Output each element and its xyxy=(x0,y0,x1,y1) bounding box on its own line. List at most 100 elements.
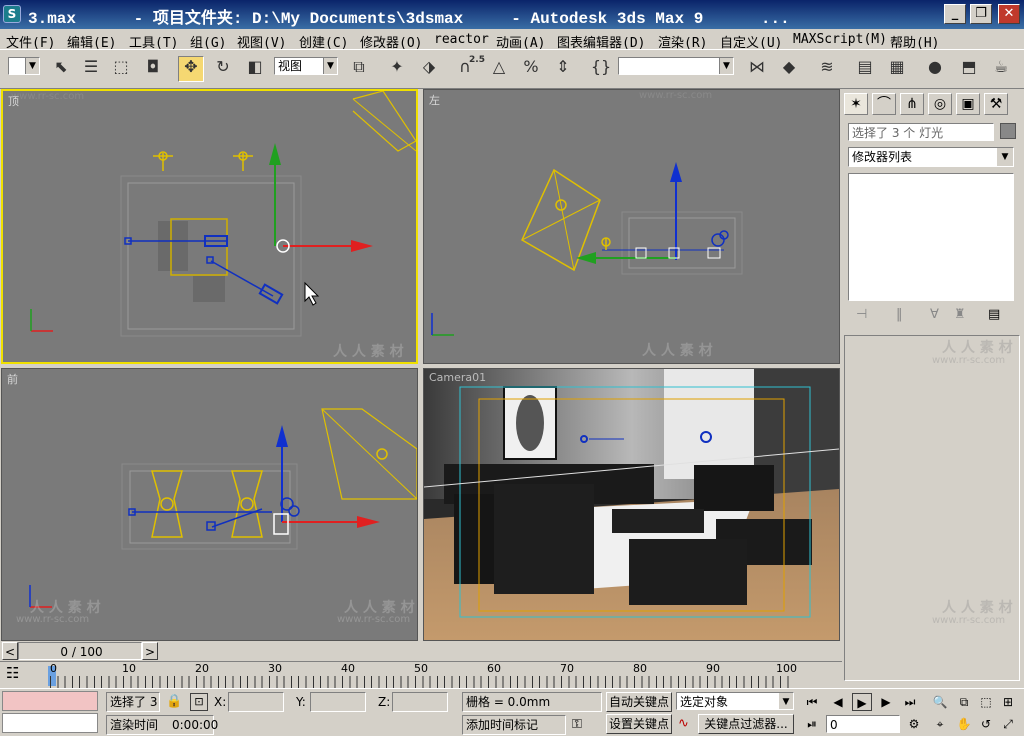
angle-snap-icon[interactable]: △ xyxy=(486,56,512,82)
app-icon[interactable]: S xyxy=(3,5,21,23)
time-next-button[interactable]: > xyxy=(142,642,158,660)
top-view-scene xyxy=(30,91,416,337)
watermark-text: 人 人 素 材 xyxy=(333,344,404,360)
tick-label: 100 xyxy=(776,662,797,675)
go-to-end-icon[interactable]: ⏭ xyxy=(900,693,920,711)
maximize-button[interactable]: ❐ xyxy=(970,4,992,24)
window-crossing-icon[interactable]: ◘ xyxy=(140,56,166,82)
material-editor-icon[interactable]: ● xyxy=(922,56,948,82)
viewport-front[interactable]: 前 人 人 素 材 www.rr-sc.com 人 人 素 材 www.rr-s… xyxy=(1,368,418,641)
z-coord-field[interactable] xyxy=(392,692,448,712)
rectangle-selection-icon[interactable]: ⬚ xyxy=(108,56,134,82)
select-manipulate-icon[interactable]: ✦ xyxy=(384,56,410,82)
viewport-camera[interactable]: Camera01 xyxy=(423,368,840,641)
select-by-name-icon[interactable]: ☰ xyxy=(78,56,104,82)
lock-selection-icon[interactable]: 🔒 xyxy=(166,694,182,709)
pan-icon[interactable]: ✋ xyxy=(954,715,974,733)
selection-name-field[interactable]: 选择了 3 个 灯光 xyxy=(848,123,994,141)
x-coord-field[interactable] xyxy=(228,692,284,712)
status-bar: 选择了 3 🔒 ⊡ X: Y: Z: 栅格 = 0.0mm 渲染时间 0:00:… xyxy=(0,688,1024,736)
zoom-icon[interactable]: 🔍 xyxy=(930,693,950,711)
zoom-all-icon[interactable]: ⧉ xyxy=(954,693,974,711)
key-mode-toggle-icon[interactable]: ⏯ xyxy=(802,715,822,733)
command-rollout-area xyxy=(844,335,1020,681)
watermark-text: 人 人 素 材 xyxy=(642,343,713,359)
selection-count-label: 选择了 3 xyxy=(106,692,160,712)
set-key-button[interactable]: 设置关键点 xyxy=(606,714,672,734)
play-icon[interactable]: ▶ xyxy=(852,693,872,711)
tick-label: 70 xyxy=(560,662,574,675)
track-bar-menu-icon[interactable]: ☷ xyxy=(6,664,34,684)
schematic-view-icon[interactable]: ▦ xyxy=(884,56,910,82)
key-filter-curve-icon[interactable]: ∿ xyxy=(678,716,689,731)
time-slider-bar: < 0 / 100 > xyxy=(0,641,842,661)
modifier-list-dropdown[interactable]: 修改器列表 ▼ xyxy=(848,147,1014,167)
menu-reactor[interactable]: reactor xyxy=(434,32,489,47)
time-slider-thumb[interactable]: 0 / 100 xyxy=(18,642,142,660)
configure-modifier-sets-icon[interactable]: ▤ xyxy=(988,307,1000,322)
named-selection-dropdown[interactable]: ▼ xyxy=(618,57,734,75)
maximize-viewport-icon[interactable]: ⤢ xyxy=(998,715,1018,733)
auto-key-button[interactable]: 自动关键点 xyxy=(606,692,672,712)
pivot-center-icon[interactable]: ⧉ xyxy=(346,56,372,82)
time-configuration-icon[interactable]: ⚙ xyxy=(904,715,924,733)
viewport-top[interactable]: 顶 人 人 素 材 www.rr-sc.com xyxy=(1,89,418,364)
utilities-tab-icon[interactable]: ⚒ xyxy=(984,93,1008,115)
edit-named-selection-icon[interactable]: {} xyxy=(588,56,614,82)
viewport-left[interactable]: 左 人 人 素 材 www.rr-sc.com xyxy=(423,89,840,364)
key-filters-button[interactable]: 关键点过滤器... xyxy=(698,714,794,734)
display-tab-icon[interactable]: ▣ xyxy=(956,93,980,115)
tick-label: 50 xyxy=(414,662,428,675)
y-coord-field[interactable] xyxy=(310,692,366,712)
key-icon[interactable]: ⚿ xyxy=(572,717,582,732)
chevron-down-icon: ▼ xyxy=(719,58,733,74)
field-of-view-icon[interactable]: ⌖ xyxy=(930,715,950,733)
select-object-icon[interactable]: ⬉ xyxy=(48,56,74,82)
go-to-start-icon[interactable]: ⏮ xyxy=(802,693,822,711)
close-button[interactable]: ✕ xyxy=(998,4,1020,24)
layer-manager-icon[interactable]: ≋ xyxy=(814,56,840,82)
select-and-scale-icon[interactable]: ◧ xyxy=(242,56,268,82)
snap-value-label: 2.5 xyxy=(469,55,485,65)
align-icon[interactable]: ◆ xyxy=(776,56,802,82)
zoom-extents-icon[interactable]: ⬚ xyxy=(976,693,996,711)
next-frame-icon[interactable]: ▶ xyxy=(876,693,896,711)
create-tab-icon[interactable]: ✶ xyxy=(844,93,868,115)
maxscript-listener-mini[interactable] xyxy=(2,691,98,711)
key-mode-dropdown[interactable]: 选定对象 ▼ xyxy=(676,692,794,710)
make-unique-icon[interactable]: ∀ xyxy=(930,307,939,322)
select-and-move-icon[interactable]: ✥ xyxy=(178,56,204,82)
reference-coordinate-dropdown[interactable]: 视图 ▼ xyxy=(274,57,338,75)
selection-filter-dropdown[interactable]: ▼ xyxy=(8,57,40,75)
object-color-swatch[interactable] xyxy=(1000,123,1016,139)
show-end-result-icon[interactable]: ‖ xyxy=(896,307,903,322)
select-and-rotate-icon[interactable]: ↻ xyxy=(210,56,236,82)
render-setup-icon[interactable]: ⬒ xyxy=(956,56,982,82)
time-prev-button[interactable]: < xyxy=(2,642,18,660)
quick-render-icon[interactable]: ☕ xyxy=(988,56,1014,82)
menu-maxscript[interactable]: MAXScript(M) xyxy=(793,32,887,47)
curve-editor-icon[interactable]: ▤ xyxy=(852,56,878,82)
add-time-tag-button[interactable]: 添加时间标记 xyxy=(462,715,566,735)
modify-tab-icon[interactable]: ⌒ xyxy=(872,93,896,115)
maxscript-input-mini[interactable] xyxy=(2,713,98,733)
grid-size-label: 栅格 = 0.0mm xyxy=(462,692,602,712)
track-bar[interactable]: ☷ 0 10 20 30 40 50 60 70 80 90 100 xyxy=(0,661,842,688)
remove-modifier-icon[interactable]: ♜ xyxy=(954,307,966,322)
spinner-snap-icon[interactable]: ⇕ xyxy=(550,56,576,82)
percent-snap-icon[interactable]: % xyxy=(518,56,544,82)
viewport-label-camera[interactable]: Camera01 xyxy=(429,371,486,384)
zoom-extents-all-icon[interactable]: ⊞ xyxy=(998,693,1018,711)
hierarchy-tab-icon[interactable]: ⋔ xyxy=(900,93,924,115)
current-frame-field[interactable]: 0 xyxy=(826,715,900,733)
absolute-mode-icon[interactable]: ⊡ xyxy=(190,693,208,711)
minimize-button[interactable]: _ xyxy=(944,4,966,24)
orbit-icon[interactable]: ↺ xyxy=(976,715,996,733)
keyboard-shortcut-icon[interactable]: ⬗ xyxy=(416,56,442,82)
pin-stack-icon[interactable]: ⊣ xyxy=(856,307,867,322)
watermark-text: 人 人 素 材 xyxy=(942,600,1013,616)
modifier-stack-list[interactable] xyxy=(848,173,1014,301)
motion-tab-icon[interactable]: ◎ xyxy=(928,93,952,115)
previous-frame-icon[interactable]: ◀ xyxy=(828,693,848,711)
mirror-icon[interactable]: ⋈ xyxy=(744,56,770,82)
